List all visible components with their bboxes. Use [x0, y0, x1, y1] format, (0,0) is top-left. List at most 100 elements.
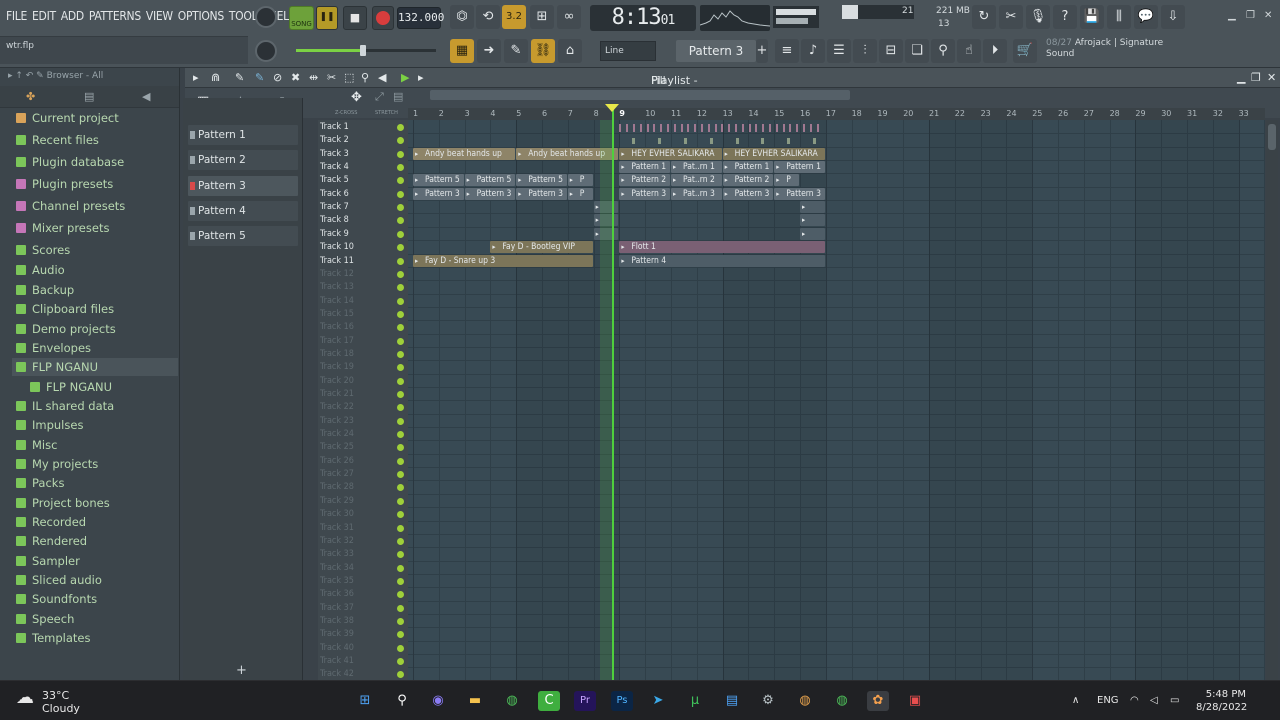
channel-rack-icon[interactable]: ☰	[827, 39, 851, 63]
playlist-clip[interactable]: ▸ P	[567, 174, 593, 187]
playlist-clip[interactable]: ▸ Pattern 3	[722, 187, 774, 200]
microphone-icon[interactable]: 🎙	[1026, 5, 1050, 29]
browser-item[interactable]: Mixer presets	[12, 219, 178, 237]
track-enable-led[interactable]	[397, 164, 404, 172]
save-icon[interactable]: 💾	[1080, 5, 1104, 29]
browser-item[interactable]: Clipboard files	[12, 300, 178, 318]
metronome-icon[interactable]: ⏣	[450, 5, 474, 29]
track-name[interactable]: Track 28	[320, 482, 354, 495]
zoom-tool-icon[interactable]: ⚲	[361, 71, 369, 84]
playlist-clip[interactable]: ▸ Pattern 3	[516, 187, 567, 200]
piano-roll-icon[interactable]: ♪	[801, 39, 825, 63]
utorrent-icon[interactable]: µ	[684, 691, 706, 711]
help-icon[interactable]: ?	[1053, 5, 1077, 29]
playlist-clip[interactable]: ▸ Pat..rn 1	[671, 161, 722, 174]
volume-icon[interactable]: ◁	[1150, 695, 1158, 706]
news-hint[interactable]: 08/27 Afrojack | Signature Sound	[1046, 38, 1186, 66]
track-name[interactable]: Track 24	[320, 429, 354, 442]
paint-tool-icon[interactable]: ✎	[255, 71, 264, 84]
track-enable-led[interactable]	[397, 577, 404, 585]
track-enable-led[interactable]	[397, 284, 404, 292]
song-mode-button[interactable]: SONG	[289, 6, 314, 30]
browser-item[interactable]: FLP NGANU	[12, 358, 178, 376]
browser-item[interactable]: Backup	[12, 281, 178, 299]
track-name[interactable]: Track 32	[320, 536, 354, 549]
track-name[interactable]: Track 40	[320, 643, 354, 656]
browser-tab-all-icon[interactable]: ✤	[26, 90, 35, 103]
track-enable-led[interactable]	[397, 417, 404, 425]
stop-button[interactable]: ■	[343, 6, 367, 30]
track-name[interactable]: Track 31	[320, 523, 354, 536]
mixer-icon[interactable]: ⫶	[853, 39, 877, 63]
browser-item[interactable]: Channel presets	[12, 197, 178, 215]
horizontal-scrollbar[interactable]	[430, 90, 850, 100]
pattern-item[interactable]: Pattern 3	[188, 175, 298, 196]
track-enable-led[interactable]	[397, 391, 404, 398]
track-enable-led[interactable]	[397, 310, 404, 318]
track-enable-led[interactable]	[397, 591, 404, 599]
track-name[interactable]: Track 33	[320, 549, 354, 562]
track-enable-led[interactable]	[397, 524, 404, 532]
browser-item[interactable]: Recorded	[12, 513, 178, 531]
browser-item[interactable]: Packs	[12, 474, 178, 492]
browser-item[interactable]: Envelopes	[12, 339, 178, 357]
track-enable-led[interactable]	[397, 230, 404, 238]
playlist-icon[interactable]: ▦	[450, 39, 474, 63]
track-enable-led[interactable]	[397, 137, 404, 145]
browser-item[interactable]: Plugin database	[12, 153, 178, 171]
record-button[interactable]	[372, 6, 394, 30]
browser-item[interactable]: Speech	[12, 610, 178, 628]
playhead-marker-icon[interactable]	[605, 104, 619, 112]
browser-item[interactable]: Scores	[12, 241, 178, 259]
track-name[interactable]: Track 2	[320, 135, 349, 148]
track-name[interactable]: Track 20	[320, 376, 354, 389]
track-name[interactable]: Track 26	[320, 456, 354, 469]
scrub-left-icon[interactable]: ✥	[351, 90, 362, 105]
browser-item[interactable]: Impulses	[12, 416, 178, 434]
media-app-icon[interactable]: ▣	[904, 691, 926, 711]
chrome-profile-icon[interactable]: ◍	[794, 691, 816, 711]
track-enable-led[interactable]	[397, 497, 404, 505]
photoshop-icon[interactable]: Ps	[611, 691, 633, 711]
chat-icon[interactable]: 💬	[1134, 5, 1158, 29]
playlist-clip[interactable]: ▸	[800, 227, 825, 240]
system-clock[interactable]: 5:48 PM 8/28/2022	[1196, 688, 1247, 714]
camtasia-icon[interactable]: C	[538, 691, 560, 711]
track-name[interactable]: Track 9	[320, 229, 349, 242]
track-name[interactable]: Track 11	[320, 256, 354, 269]
track-name[interactable]: Track 18	[320, 349, 354, 362]
track-enable-led[interactable]	[397, 217, 404, 225]
chat-app-icon[interactable]: ◉	[427, 691, 449, 711]
track-name[interactable]: Track 6	[320, 189, 349, 202]
track-name[interactable]: Track 16	[320, 322, 354, 335]
playhead[interactable]	[612, 108, 614, 680]
playlist-clip[interactable]: ▸ Fay D - Snare up 3	[413, 254, 593, 267]
menu-edit[interactable]: EDIT	[32, 9, 56, 23]
touch-controller-icon[interactable]: ☝	[957, 39, 981, 63]
playlist-clip[interactable]: ▸	[800, 214, 825, 227]
track-enable-led[interactable]	[397, 190, 404, 198]
track-enable-led[interactable]	[397, 257, 404, 265]
track-name[interactable]: Track 5	[320, 175, 349, 188]
playlist-clip[interactable]: ▸ Andy beat hands up	[413, 147, 516, 160]
browser-item[interactable]: Soundfonts	[12, 590, 178, 608]
track-name[interactable]: Track 10	[320, 242, 354, 255]
track-enable-led[interactable]	[397, 604, 404, 612]
track-name[interactable]: Track 39	[320, 629, 354, 642]
settings-icon[interactable]: ⚙	[757, 691, 779, 711]
track-enable-led[interactable]	[397, 297, 404, 305]
track-name[interactable]: Track 7	[320, 202, 349, 215]
browser-item[interactable]: Templates	[12, 629, 178, 647]
playlist-clip[interactable]: ▸ P	[774, 174, 799, 187]
track-enable-led[interactable]	[397, 631, 404, 639]
track-name[interactable]: Track 22	[320, 402, 354, 415]
playlist-clip[interactable]: ▸ Pat..rn 2	[671, 174, 722, 187]
track-name[interactable]: Track 34	[320, 563, 354, 576]
track-enable-led[interactable]	[397, 484, 404, 492]
scrub-tool-icon[interactable]: ⤢	[375, 90, 384, 104]
browser-item[interactable]: Misc	[12, 436, 178, 454]
browser-item[interactable]: IL shared data	[12, 397, 178, 415]
track-name[interactable]: Track 3	[320, 149, 349, 162]
close-icon[interactable]: ✕	[1264, 10, 1272, 21]
track-enable-led[interactable]	[397, 537, 404, 545]
